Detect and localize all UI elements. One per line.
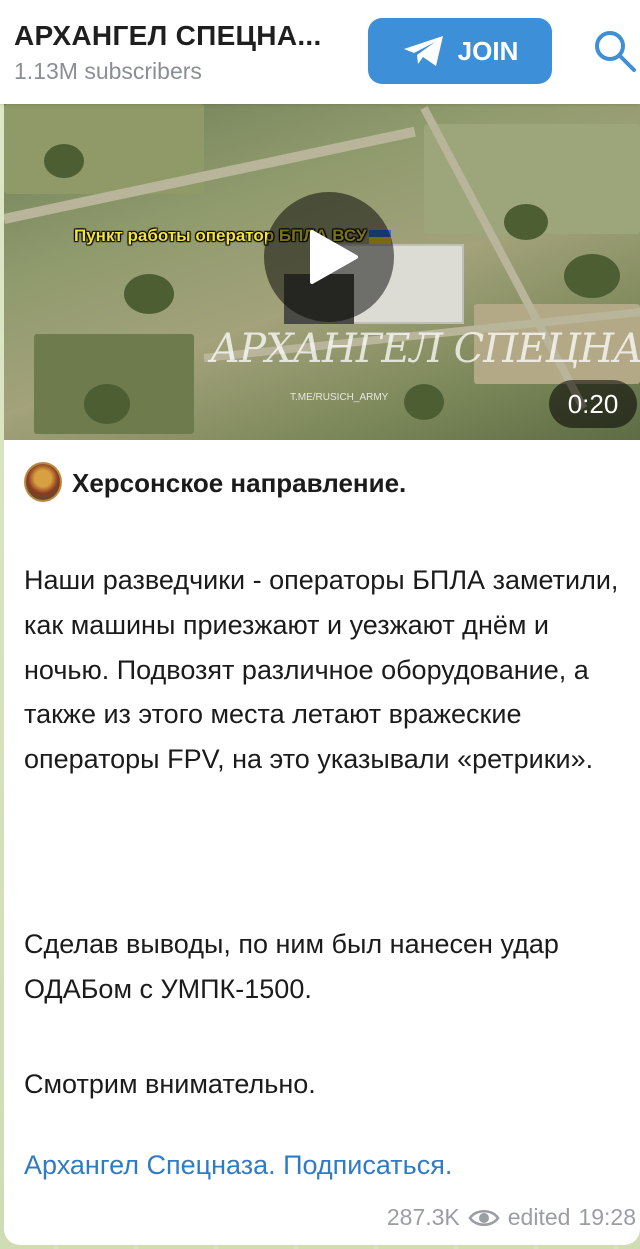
message-bubble: Пункт работы оператор БПЛА ВСУ АРХАНГЕЛ … — [4, 104, 640, 1245]
play-icon — [310, 230, 358, 284]
avatar — [24, 462, 62, 502]
post-headline: Херсонское направление. — [72, 468, 407, 498]
tree — [404, 384, 444, 420]
view-count: 287.3K — [386, 1204, 460, 1230]
tree — [124, 274, 174, 314]
video-watermark: АРХАНГЕЛ СПЕЦНАЗА — [210, 326, 640, 372]
message-time: 19:28 — [578, 1204, 636, 1230]
message-meta: 287.3K edited 19:28 — [387, 1204, 636, 1231]
search-icon[interactable] — [592, 28, 638, 74]
telegram-plane-icon — [403, 36, 443, 66]
edited-label: edited — [507, 1204, 571, 1230]
subscribe-link[interactable]: Архангел Спецназа. Подписаться. — [24, 1150, 452, 1181]
play-button[interactable] — [264, 192, 394, 322]
tree — [504, 204, 548, 240]
tree — [84, 384, 130, 424]
video-thumbnail[interactable]: Пункт работы оператор БПЛА ВСУ АРХАНГЕЛ … — [4, 104, 640, 440]
tree — [564, 254, 620, 298]
post-paragraph: Смотрим внимательно. — [24, 1069, 316, 1099]
channel-header: АРХАНГЕЛ СПЕЦНА... 1.13M subscribers JOI… — [0, 0, 640, 104]
join-button[interactable]: JOIN — [368, 18, 552, 84]
tree — [44, 144, 84, 178]
subscriber-count: 1.13M subscribers — [14, 58, 202, 84]
join-label: JOIN — [457, 35, 519, 66]
video-duration: 0:20 — [549, 380, 637, 428]
post-paragraph: Наши разведчики - операторы БПЛА заметил… — [24, 565, 619, 775]
video-watermark-url: T.ME/RUSICH_ARMY — [290, 392, 389, 403]
post-paragraph: Сделав выводы, по ним был нанесен удар О… — [24, 929, 559, 1004]
channel-title[interactable]: АРХАНГЕЛ СПЕЦНА... — [14, 20, 322, 52]
eye-icon — [468, 1209, 500, 1226]
